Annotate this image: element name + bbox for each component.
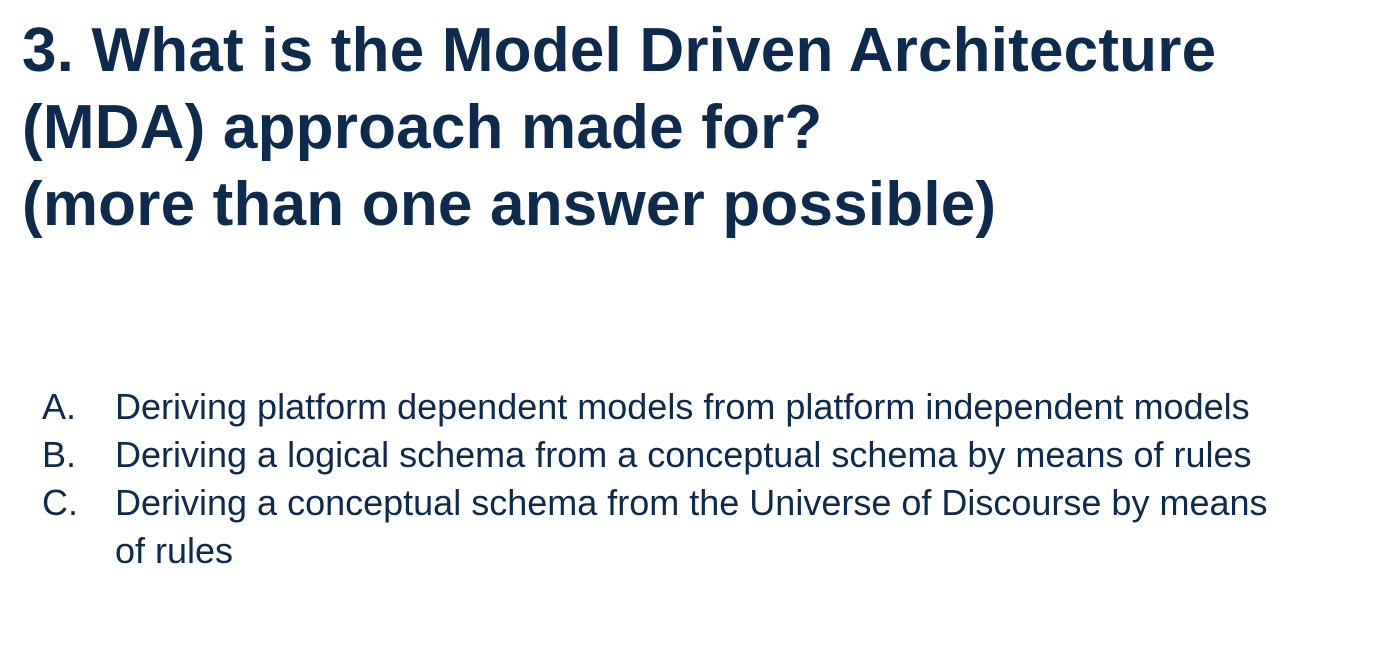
answer-option-c: C. Deriving a conceptual schema from the… — [42, 479, 1392, 575]
answer-letter-a: A. — [42, 386, 77, 427]
answer-text-a: Deriving platform dependent models from … — [115, 386, 1250, 427]
question-title: 3. What is the Model Driven Architecture… — [22, 12, 1392, 243]
question-title-line-2: (MDA) approach made for? — [22, 93, 823, 162]
answer-text-b: Deriving a logical schema from a concept… — [115, 434, 1252, 475]
answer-option-a: A. Deriving platform dependent models fr… — [42, 383, 1392, 431]
answer-text-c: Deriving a conceptual schema from the Un… — [115, 482, 1268, 571]
answer-letter-c: C. — [42, 482, 78, 523]
answer-letter-b: B. — [42, 434, 77, 475]
answer-option-b: B. Deriving a logical schema from a conc… — [42, 431, 1392, 479]
question-title-line-3: (more than one answer possible) — [22, 170, 997, 239]
slide: 3. What is the Model Driven Architecture… — [0, 0, 1399, 656]
answer-list: A. Deriving platform dependent models fr… — [42, 383, 1392, 575]
question-title-line-1: 3. What is the Model Driven Architecture — [22, 16, 1217, 85]
